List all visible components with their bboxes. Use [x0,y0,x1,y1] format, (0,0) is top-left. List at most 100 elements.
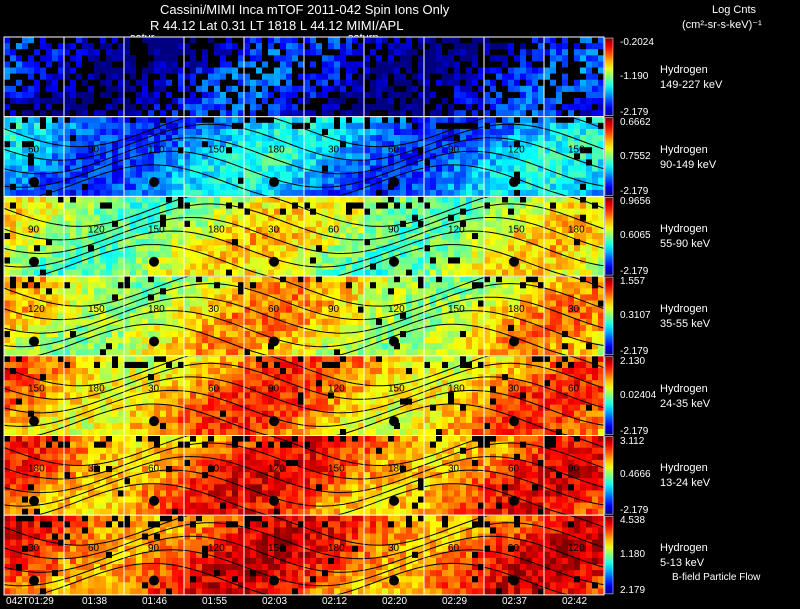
contour-label: 90 [508,543,520,554]
contour-label: 150 [508,224,525,235]
band-panel: 120 150 180 30 60 90 120 150 180 30 [3,275,605,357]
saturn-marker [149,416,159,427]
saturn-marker [149,256,159,267]
band-label: Hydrogen 35-55 keV [660,302,710,332]
band-species: Hydrogen [660,302,708,315]
band-energy: 90-149 keV [660,158,717,171]
saturn-marker [269,177,279,188]
contour-label: 60 [148,463,160,474]
saturn-marker [389,177,399,188]
contour-label: 30 [28,543,40,554]
contour-label: 60 [448,543,460,554]
contour-label: 90 [148,543,160,554]
band-panel: 180 30 60 90 120 150 180 30 60 90 [3,435,605,516]
band-panel: 30 60 90 120 150 180 30 60 90 120 [3,514,605,596]
saturn-marker [149,575,159,586]
contour-label: 90 [568,463,580,474]
contour-label: 60 [568,384,580,395]
contour-label: 90 [88,145,100,156]
band-panel: 90 120 150 180 30 60 90 120 150 180 [3,195,605,277]
colorbar [604,37,614,116]
colorbar [604,197,614,276]
saturn-marker [509,416,519,427]
contour-label: 180 [388,463,405,474]
contour-label: 90 [388,224,400,235]
band-species: Hydrogen [660,63,708,76]
band-panel: 60 90 120 150 180 30 60 90 120 150 [3,116,605,197]
colorbar-value: 0.9656 [620,196,651,208]
time-tick-label: 02:03 [262,596,288,607]
contour-label: 120 [568,543,585,554]
saturn-marker [269,575,279,586]
contour-label: 90 [208,463,220,474]
contour-label: 90 [268,384,280,395]
colorbar [604,515,614,595]
time-tick-label: 02:12 [322,596,348,607]
contour-label: 180 [268,145,285,156]
contour-label: 150 [208,145,225,156]
band-energy: 149-227 keV [660,78,723,91]
band-energy: 13-24 keV [660,477,711,490]
band-label: Hydrogen 5-13 keV [660,541,708,571]
band-label: Hydrogen 149-227 keV [660,63,722,93]
contour-label: 150 [88,304,105,315]
contour-label: 30 [328,145,340,156]
saturn-marker [269,256,279,267]
contour-label: 120 [448,224,465,235]
contour-label: 150 [568,145,585,156]
contour-label: 120 [88,224,105,235]
contour-label: 90 [448,145,460,156]
time-tick-label: 02:42 [562,596,588,607]
saturn-marker [29,177,39,188]
saturn-marker [269,336,279,347]
band-label: Hydrogen 55-90 keV [660,222,710,252]
time-tick-label: 042T01:29 [6,596,54,607]
contour-label: 180 [568,224,585,235]
contour-label: 30 [508,384,520,395]
contour-label: 180 [148,304,165,315]
band-label: Hydrogen 90-149 keV [660,143,716,173]
time-tick-label: 02:20 [382,596,408,607]
saturn-marker [509,256,519,267]
band-energy: 5-13 keV [660,557,705,570]
saturn-marker [389,495,399,506]
contour-label: 30 [268,224,280,235]
contour-label: 120 [328,384,345,395]
colorbar-value: -1.190 [620,70,649,82]
contour-label: 60 [208,384,220,395]
contour-label: 60 [508,463,520,474]
saturn-marker [509,575,519,586]
contour-label: 60 [328,224,340,235]
contour-label: 120 [268,463,285,474]
colorbar-value: 1.557 [620,276,646,288]
saturn-marker [29,495,39,506]
contour-label: 120 [508,145,525,156]
contour-label: 180 [28,463,45,474]
time-tick-label: 02:29 [442,596,468,607]
time-tick-label: 01:55 [202,596,228,607]
contour-label: 60 [268,304,280,315]
contour-label: 180 [208,224,225,235]
colorbar-value: 0.6662 [620,116,651,128]
saturn-marker [149,336,159,347]
contour-label: 120 [28,304,45,315]
contour-label: 30 [448,463,460,474]
saturn-marker [29,256,39,267]
band-species: Hydrogen [660,223,708,236]
colorbar-value: 0.02404 [620,389,657,401]
saturn-marker [509,336,519,347]
contour-label: 90 [328,304,340,315]
bfield-note: B-field Particle Flow [672,572,761,583]
band-species: Hydrogen [660,382,708,395]
saturn-marker [509,177,519,188]
colorbar-value: 0.3107 [620,309,651,321]
time-tick-label: 01:38 [82,596,108,607]
time-tick-label: 01:46 [142,596,168,607]
contour-label: 150 [328,463,345,474]
colorbar [604,117,614,196]
saturn-marker [269,495,279,506]
contour-label: 150 [448,304,465,315]
band-energy: 24-35 keV [660,397,711,410]
saturn-marker [29,416,39,427]
contour-label: 150 [268,543,285,554]
